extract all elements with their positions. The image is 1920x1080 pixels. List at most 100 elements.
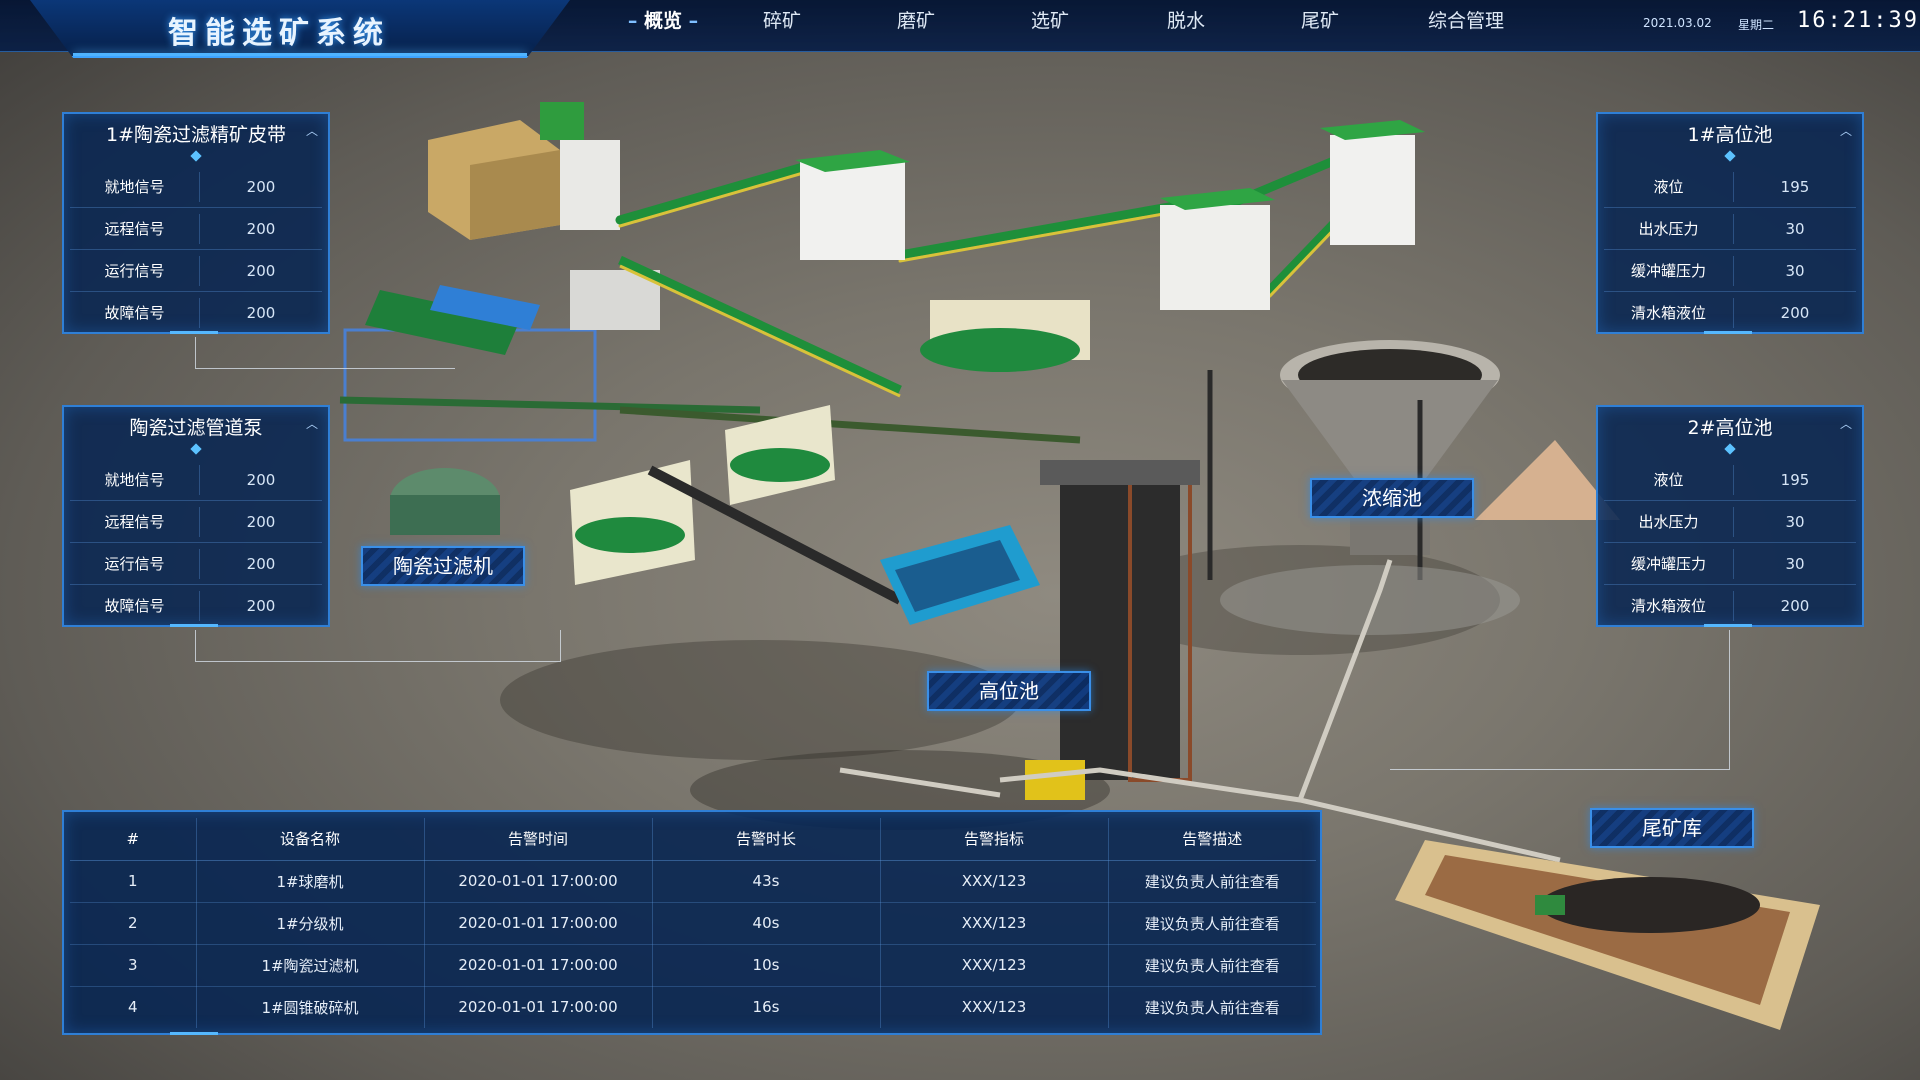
alarm-header-row: # 设备名称 告警时间 告警时长 告警指标 告警描述 <box>70 818 1316 861</box>
nav-overview[interactable]: – 概览 – <box>612 0 714 44</box>
signal-row: 远程信号 200 <box>70 208 322 250</box>
panel-belt-title: 1#陶瓷过滤精矿皮带 <box>105 124 286 146</box>
table-row[interactable]: 4 1#圆锥破碎机 2020-01-01 17:00:00 16s XXX/12… <box>70 986 1316 1028</box>
signal-key: 远程信号 <box>70 213 200 244</box>
signal-row: 就地信号 200 <box>70 459 322 501</box>
collapse-icon[interactable]: ︿ <box>306 122 318 139</box>
signal-row: 远程信号 200 <box>70 501 322 543</box>
signal-key: 就地信号 <box>70 171 200 202</box>
cell-description: 建议负责人前往查看 <box>1108 860 1316 903</box>
nav-grinding[interactable]: 磨矿 <box>850 0 982 44</box>
label-thickener[interactable]: 浓缩池 <box>1310 478 1474 518</box>
collapse-icon[interactable]: ︿ <box>1840 122 1852 139</box>
cell-index: 2 <box>70 902 197 945</box>
cell-duration: 16s <box>652 986 881 1028</box>
signal-key: 远程信号 <box>70 506 200 537</box>
metric-key: 出水压力 <box>1604 506 1734 537</box>
cell-device: 1#球磨机 <box>196 860 425 903</box>
panel-foot-accent <box>170 624 218 627</box>
panel-pump: 陶瓷过滤管道泵 ︿ 就地信号 200 远程信号 200 运行信号 200 故障信号 20… <box>62 405 330 627</box>
signal-value: 200 <box>246 177 276 196</box>
cell-time: 2020-01-01 17:00:00 <box>424 902 653 945</box>
nav-beneficiation[interactable]: 选矿 <box>982 0 1118 44</box>
signal-value: 200 <box>246 554 276 573</box>
cell-metric: XXX/123 <box>880 860 1109 903</box>
crusher-building <box>428 102 620 240</box>
metric-row: 液位 195 <box>1604 166 1856 208</box>
col-duration: 告警时长 <box>652 818 881 861</box>
cell-metric: XXX/123 <box>880 944 1109 987</box>
metric-value: 200 <box>1780 597 1810 615</box>
panel-foot-accent <box>170 1032 218 1035</box>
top-bar: 智能选矿系统 – 概览 – 碎矿 磨矿 选矿 脱水 尾矿 综合管理 2021.0… <box>0 0 1920 58</box>
collapse-icon[interactable]: ︿ <box>306 415 318 432</box>
leader-pump <box>195 630 561 662</box>
col-time: 告警时间 <box>424 818 653 861</box>
panel-belt-rows: 就地信号 200 远程信号 200 运行信号 200 故障信号 200 <box>70 166 322 334</box>
panel-pool2: 2#高位池 ︿ 液位 195 出水压力 30 缓冲罐压力 30 清水箱液位 200 <box>1596 405 1864 627</box>
nav-management[interactable]: 综合管理 <box>1386 0 1546 44</box>
nav-crushing[interactable]: 碎矿 <box>714 0 850 44</box>
metric-row: 出水压力 30 <box>1604 208 1856 250</box>
metric-value: 30 <box>1785 554 1805 573</box>
signal-value: 200 <box>246 512 276 531</box>
cell-duration: 40s <box>652 902 881 945</box>
cell-index: 4 <box>70 986 197 1028</box>
label-ceramic-filter[interactable]: 陶瓷过滤机 <box>361 546 525 586</box>
nav-dash-right: – <box>682 10 699 32</box>
diamond-icon <box>1724 150 1736 162</box>
cell-device: 1#陶瓷过滤机 <box>196 944 425 987</box>
metric-value: 200 <box>1780 304 1810 322</box>
filter-units <box>570 405 1040 625</box>
signal-value: 200 <box>246 597 276 615</box>
nav-dewatering[interactable]: 脱水 <box>1118 0 1254 44</box>
signal-row: 运行信号 200 <box>70 250 322 292</box>
panel-pool1-title: 1#高位池 <box>1687 124 1773 146</box>
cell-time: 2020-01-01 17:00:00 <box>424 986 653 1028</box>
main-nav: – 概览 – 碎矿 磨矿 选矿 脱水 尾矿 综合管理 <box>612 0 1546 44</box>
panel-foot-accent <box>1704 624 1752 627</box>
cell-index: 1 <box>70 860 197 903</box>
metric-key: 缓冲罐压力 <box>1604 255 1734 286</box>
collapse-icon[interactable]: ︿ <box>1840 415 1852 432</box>
cell-description: 建议负责人前往查看 <box>1108 944 1316 987</box>
leader-belt <box>195 337 455 369</box>
metric-row: 缓冲罐压力 30 <box>1604 543 1856 585</box>
col-index: # <box>70 818 197 861</box>
diamond-icon <box>190 150 202 162</box>
metric-value: 30 <box>1785 512 1805 531</box>
table-row[interactable]: 3 1#陶瓷过滤机 2020-01-01 17:00:00 10s XXX/12… <box>70 944 1316 987</box>
clock-display: 16:21:39 <box>1797 8 1919 33</box>
label-tailings[interactable]: 尾矿库 <box>1590 808 1754 848</box>
panel-belt: 1#陶瓷过滤精矿皮带 ︿ 就地信号 200 远程信号 200 运行信号 200 故障信… <box>62 112 330 334</box>
diamond-icon <box>1724 443 1736 455</box>
table-row[interactable]: 1 1#球磨机 2020-01-01 17:00:00 43s XXX/123 … <box>70 860 1316 903</box>
table-row[interactable]: 2 1#分级机 2020-01-01 17:00:00 40s XXX/123 … <box>70 902 1316 945</box>
label-high-pool[interactable]: 高位池 <box>927 671 1091 711</box>
panel-pool1-rows: 液位 195 出水压力 30 缓冲罐压力 30 清水箱液位 200 <box>1604 166 1856 334</box>
cell-time: 2020-01-01 17:00:00 <box>424 944 653 987</box>
signal-key: 运行信号 <box>70 548 200 579</box>
signal-value: 200 <box>246 470 276 489</box>
metric-key: 液位 <box>1604 171 1734 202</box>
metric-value: 30 <box>1785 219 1805 238</box>
signal-key: 运行信号 <box>70 255 200 286</box>
nav-tailings[interactable]: 尾矿 <box>1254 0 1386 44</box>
metric-value: 30 <box>1785 261 1805 280</box>
high-pool-tower <box>1025 460 1200 800</box>
signal-value: 200 <box>246 261 276 280</box>
metric-row: 清水箱液位 200 <box>1604 292 1856 334</box>
panel-foot-accent <box>170 331 218 334</box>
panel-foot-accent <box>1704 331 1752 334</box>
metric-row: 清水箱液位 200 <box>1604 585 1856 627</box>
alarm-table: # 设备名称 告警时间 告警时长 告警指标 告警描述 1 1#球磨机 2020-… <box>70 818 1316 1028</box>
alarm-panel: # 设备名称 告警时间 告警时长 告警指标 告警描述 1 1#球磨机 2020-… <box>62 810 1322 1035</box>
metric-key: 液位 <box>1604 464 1734 495</box>
col-description: 告警描述 <box>1108 818 1316 861</box>
ceramic-filter-machine <box>390 468 500 535</box>
signal-row: 就地信号 200 <box>70 166 322 208</box>
signal-key: 故障信号 <box>70 591 200 621</box>
signal-row: 运行信号 200 <box>70 543 322 585</box>
metric-value: 195 <box>1780 177 1810 196</box>
metric-row: 出水压力 30 <box>1604 501 1856 543</box>
